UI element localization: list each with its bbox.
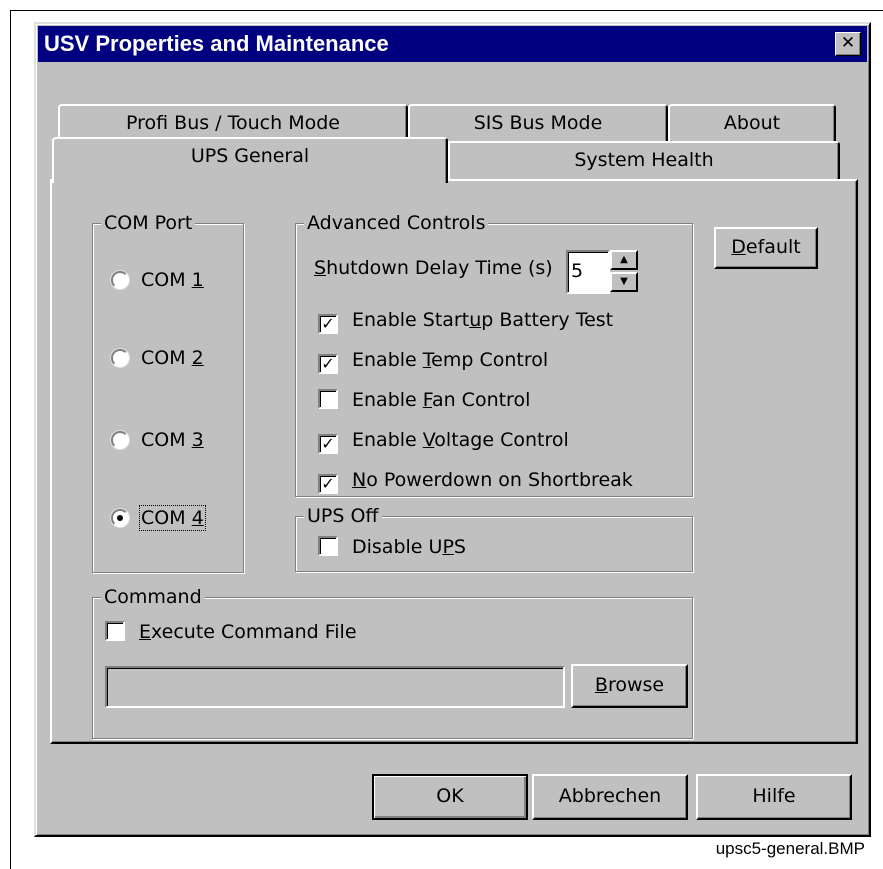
enable-startup-battery-test-checkbox[interactable]: ✓ Enable Startup Battery Test: [318, 308, 613, 334]
com2-radio[interactable]: COM 2: [111, 346, 204, 370]
default-button[interactable]: Default: [714, 227, 818, 269]
com1-radio[interactable]: COM 1: [111, 268, 204, 292]
com3-radio[interactable]: COM 3: [111, 428, 204, 452]
label-text: xecute Command File: [151, 621, 357, 643]
command-file-path-input[interactable]: [105, 666, 565, 708]
help-button[interactable]: Hilfe: [696, 774, 852, 820]
tab-system-health[interactable]: System Health: [448, 141, 840, 179]
tab-ups-general[interactable]: UPS General: [52, 137, 448, 183]
label-text: p Battery Test: [481, 309, 614, 331]
accel-key: T: [422, 349, 432, 371]
enable-fan-control-checkbox[interactable]: Enable Fan Control: [318, 388, 530, 412]
accel-key: 4: [191, 507, 204, 529]
label-text: Enable: [352, 349, 423, 371]
label-text: o Powerdown on Shortbreak: [366, 469, 633, 491]
execute-command-file-checkbox[interactable]: Execute Command File: [105, 620, 357, 644]
shutdown-delay-label: Shutdown Delay Time (s): [314, 256, 553, 280]
checkbox-box: [318, 536, 338, 556]
accel-key: u: [469, 309, 482, 331]
radio-label: COM: [141, 347, 192, 369]
radio-indicator: [111, 431, 129, 449]
ups-off-group: UPS Off Disable UPS: [295, 504, 693, 572]
com4-radio[interactable]: COM 4: [111, 505, 206, 531]
tab-about[interactable]: About: [668, 104, 836, 144]
check-mark-icon: ✓: [318, 354, 338, 374]
enable-voltage-control-checkbox[interactable]: ✓ Enable Voltage Control: [318, 428, 569, 454]
label-text: an Control: [431, 389, 531, 411]
check-mark-icon: ✓: [318, 474, 338, 494]
label-text: Enable: [352, 389, 423, 411]
accel-key: 3: [191, 429, 204, 451]
check-mark-icon: ✓: [318, 434, 338, 454]
radio-indicator: [111, 349, 129, 367]
radio-indicator-selected: [111, 509, 129, 527]
figure-frame-left: [10, 10, 11, 869]
figure-caption: upsc5-general.BMP: [715, 839, 865, 858]
title-bar: USV Properties and Maintenance ✕: [38, 26, 867, 62]
button-label: rowse: [607, 674, 665, 696]
com-port-legend: COM Port: [101, 211, 196, 235]
label-text: oltage Control: [434, 429, 569, 451]
close-icon[interactable]: ✕: [835, 32, 861, 56]
figure-frame-top: [10, 10, 883, 11]
accel-key: E: [139, 621, 152, 643]
label-text: emp Control: [431, 349, 549, 371]
spin-down-icon[interactable]: ▼: [610, 272, 638, 292]
command-group: Command Execute Command File Browse: [92, 585, 693, 739]
spin-up-icon[interactable]: ▲: [610, 250, 638, 270]
label-text: S: [453, 536, 466, 558]
window-title: USV Properties and Maintenance: [44, 31, 389, 56]
browse-button[interactable]: Browse: [571, 664, 688, 708]
accel-key: V: [422, 429, 435, 451]
accel-key: D: [731, 236, 746, 258]
cancel-button[interactable]: Abbrechen: [532, 774, 688, 820]
radio-label: COM: [141, 429, 192, 451]
command-legend: Command: [101, 585, 205, 609]
label-text: hutdown Delay Time (s): [326, 257, 553, 279]
tab-panel-ups-general: COM Port COM 1 COM 2 COM 3 COM 4 Advance…: [50, 179, 858, 744]
radio-label: COM: [141, 269, 192, 291]
accel-key: F: [422, 389, 432, 411]
shutdown-delay-input[interactable]: 5: [566, 250, 610, 294]
checkbox-box: [318, 389, 338, 409]
properties-dialog: USV Properties and Maintenance ✕ Profi B…: [34, 22, 871, 837]
radio-label: COM: [141, 507, 192, 529]
enable-temp-control-checkbox[interactable]: ✓ Enable Temp Control: [318, 348, 548, 374]
accel-key: 1: [191, 269, 204, 291]
button-label: efault: [745, 236, 801, 258]
accel-key: N: [352, 469, 367, 491]
ok-button[interactable]: OK: [372, 774, 528, 820]
label-text: Disable U: [352, 536, 443, 558]
no-powerdown-on-shortbreak-checkbox[interactable]: ✓ No Powerdown on Shortbreak: [318, 468, 633, 494]
ups-off-legend: UPS Off: [304, 504, 382, 528]
accel-key: 2: [191, 347, 204, 369]
accel-key: P: [442, 536, 454, 558]
label-text: Enable: [352, 429, 423, 451]
com-port-group: COM Port COM 1 COM 2 COM 3 COM 4: [92, 211, 244, 573]
check-mark-icon: ✓: [318, 314, 338, 334]
accel-key: S: [314, 257, 327, 279]
advanced-controls-group: Advanced Controls Shutdown Delay Time (s…: [295, 211, 693, 497]
advanced-controls-legend: Advanced Controls: [304, 211, 489, 235]
checkbox-box: [105, 621, 125, 641]
radio-indicator: [111, 271, 129, 289]
label-text: Enable Start: [352, 309, 470, 331]
disable-ups-checkbox[interactable]: Disable UPS: [318, 535, 466, 559]
shutdown-delay-value: 5: [571, 260, 584, 282]
accel-key: B: [594, 674, 608, 696]
